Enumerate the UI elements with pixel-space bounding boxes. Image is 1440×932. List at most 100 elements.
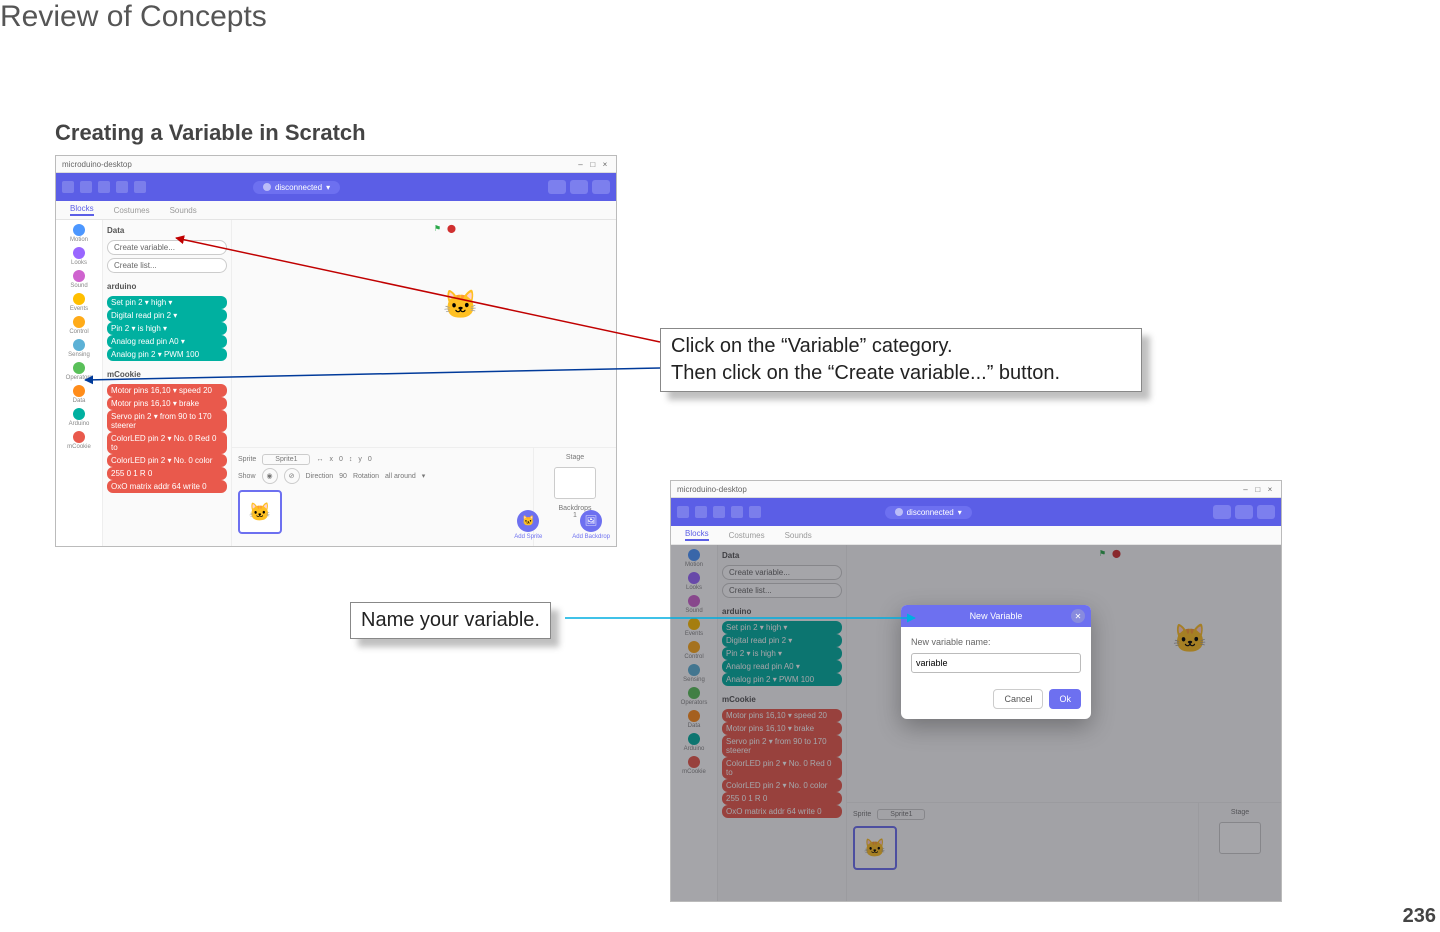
callout-line2: Then click on the “Create variable...” b…	[671, 362, 1060, 384]
close-icon[interactable]: ×	[1265, 485, 1275, 494]
callout-name-variable: Name your variable.	[350, 602, 551, 639]
code-block[interactable]: 255 0 1 R 0	[107, 467, 227, 480]
code-block[interactable]: OxO matrix addr 64 write 0	[107, 480, 227, 493]
dialog-title: New Variable	[970, 611, 1023, 621]
sprite-label: Sprite	[238, 456, 256, 463]
stage-thumbnail[interactable]	[554, 467, 596, 499]
ok-button[interactable]: Ok	[1049, 689, 1081, 709]
connection-label: disconnected	[907, 508, 954, 517]
category-operators[interactable]: Operators	[66, 362, 93, 381]
toolbar-icon[interactable]	[80, 181, 92, 193]
mode-button[interactable]	[592, 180, 610, 194]
toolbar-icon[interactable]	[731, 506, 743, 518]
category-looks[interactable]: Looks	[71, 247, 87, 266]
mode-button[interactable]	[1235, 505, 1253, 519]
image-icon: 🖼	[585, 516, 598, 527]
code-block[interactable]: Analog read pin A0 ▾	[107, 335, 227, 348]
tab-costumes[interactable]: Costumes	[729, 531, 765, 540]
code-block[interactable]: Motor pins 16,10 ▾ speed 20	[107, 384, 227, 397]
window-title: microduino-desktop	[62, 160, 132, 169]
category-sensing[interactable]: Sensing	[68, 339, 90, 358]
script-canvas[interactable]: ⚑ ⬤ 🐱	[232, 220, 616, 447]
stop-icon[interactable]: ⬤	[447, 224, 456, 233]
show-label: Show	[238, 473, 256, 480]
tab-sounds[interactable]: Sounds	[170, 206, 197, 215]
stage-label: Stage	[540, 454, 610, 461]
code-block[interactable]: Set pin 2 ▾ high ▾	[107, 296, 227, 309]
blocks-palette: Data Create variable... Create list... a…	[103, 220, 232, 547]
minimize-icon[interactable]: –	[1241, 485, 1251, 494]
toolbar-icon[interactable]	[713, 506, 725, 518]
connection-pill[interactable]: disconnected ▾	[253, 181, 340, 194]
category-dot-icon	[73, 316, 85, 328]
tab-sounds[interactable]: Sounds	[785, 531, 812, 540]
add-backdrop-button[interactable]: 🖼	[580, 510, 602, 532]
editor-tabs: Blocks Costumes Sounds	[671, 526, 1281, 545]
category-sound[interactable]: Sound	[70, 270, 87, 289]
toolbar-icon[interactable]	[62, 181, 74, 193]
close-icon[interactable]: ×	[600, 160, 610, 169]
category-dot-icon	[73, 339, 85, 351]
show-off-icon[interactable]: ⊘	[284, 468, 300, 484]
code-block[interactable]: Servo pin 2 ▾ from 90 to 170 steerer	[107, 410, 227, 432]
tab-costumes[interactable]: Costumes	[114, 206, 150, 215]
app-toolbar: disconnected ▾	[671, 498, 1281, 526]
cancel-button[interactable]: Cancel	[993, 689, 1043, 709]
category-control[interactable]: Control	[69, 316, 88, 335]
toolbar-icon[interactable]	[116, 181, 128, 193]
green-flag-icon[interactable]: ⚑	[434, 224, 441, 233]
variable-name-input[interactable]	[911, 653, 1081, 673]
dialog-prompt: New variable name:	[911, 637, 1081, 647]
add-sprite-button[interactable]: 🐱	[517, 510, 539, 532]
category-label: Control	[69, 329, 88, 335]
maximize-icon[interactable]: □	[588, 160, 598, 169]
toolbar-icon[interactable]	[695, 506, 707, 518]
code-block[interactable]: Pin 2 ▾ is high ▾	[107, 322, 227, 335]
toolbar-icon[interactable]	[98, 181, 110, 193]
sprite-thumbnail[interactable]: 🐱	[238, 490, 282, 534]
category-dot-icon	[73, 431, 85, 443]
rotation-value: all around	[385, 473, 416, 480]
toolbar-icon[interactable]	[749, 506, 761, 518]
mode-button[interactable]	[1213, 505, 1231, 519]
chevron-down-icon[interactable]: ▾	[422, 472, 426, 480]
category-dot-icon	[73, 247, 85, 259]
sprite-y-label: y	[358, 456, 362, 463]
show-on-icon[interactable]: ◉	[262, 468, 278, 484]
category-motion[interactable]: Motion	[70, 224, 88, 243]
tab-blocks[interactable]: Blocks	[685, 529, 709, 541]
callout-variable-category: Click on the “Variable” category. Then c…	[660, 328, 1142, 392]
code-block[interactable]: Motor pins 16,10 ▾ brake	[107, 397, 227, 410]
category-mcookie[interactable]: mCookie	[67, 431, 91, 450]
create-variable-button[interactable]: Create variable...	[107, 240, 227, 255]
create-list-button[interactable]: Create list...	[107, 258, 227, 273]
page-title: Review of Concepts	[0, 0, 267, 34]
mode-button[interactable]	[1257, 505, 1275, 519]
maximize-icon[interactable]: □	[1253, 485, 1263, 494]
category-events[interactable]: Events	[70, 293, 88, 312]
toolbar-right-group	[1213, 505, 1275, 519]
toolbar-icon[interactable]	[134, 181, 146, 193]
window-title: microduino-desktop	[677, 485, 747, 494]
code-block[interactable]: ColorLED pin 2 ▾ No. 0 Red 0 to	[107, 432, 227, 454]
mode-button[interactable]	[548, 180, 566, 194]
category-label: Data	[73, 398, 86, 404]
sprite-x-label: x	[329, 456, 333, 463]
code-block[interactable]: ColorLED pin 2 ▾ No. 0 color	[107, 454, 227, 467]
toolbar-right-group	[548, 180, 610, 194]
category-data[interactable]: Data	[73, 385, 86, 404]
minimize-icon[interactable]: –	[576, 160, 586, 169]
tab-blocks[interactable]: Blocks	[70, 204, 94, 216]
new-variable-dialog: New Variable ✕ New variable name: Cancel…	[901, 605, 1091, 719]
sprite-name-field[interactable]: Sprite1	[262, 454, 310, 465]
dialog-close-icon[interactable]: ✕	[1071, 609, 1085, 623]
category-arduino[interactable]: Arduino	[69, 408, 90, 427]
category-dot-icon	[73, 408, 85, 420]
sprite-y-value: 0	[368, 456, 372, 463]
mode-button[interactable]	[570, 180, 588, 194]
code-block[interactable]: Analog pin 2 ▾ PWM 100	[107, 348, 227, 361]
connection-pill[interactable]: disconnected ▾	[885, 506, 972, 519]
group-mcookie-label: mCookie	[107, 370, 227, 379]
code-block[interactable]: Digital read pin 2 ▾	[107, 309, 227, 322]
toolbar-icon[interactable]	[677, 506, 689, 518]
